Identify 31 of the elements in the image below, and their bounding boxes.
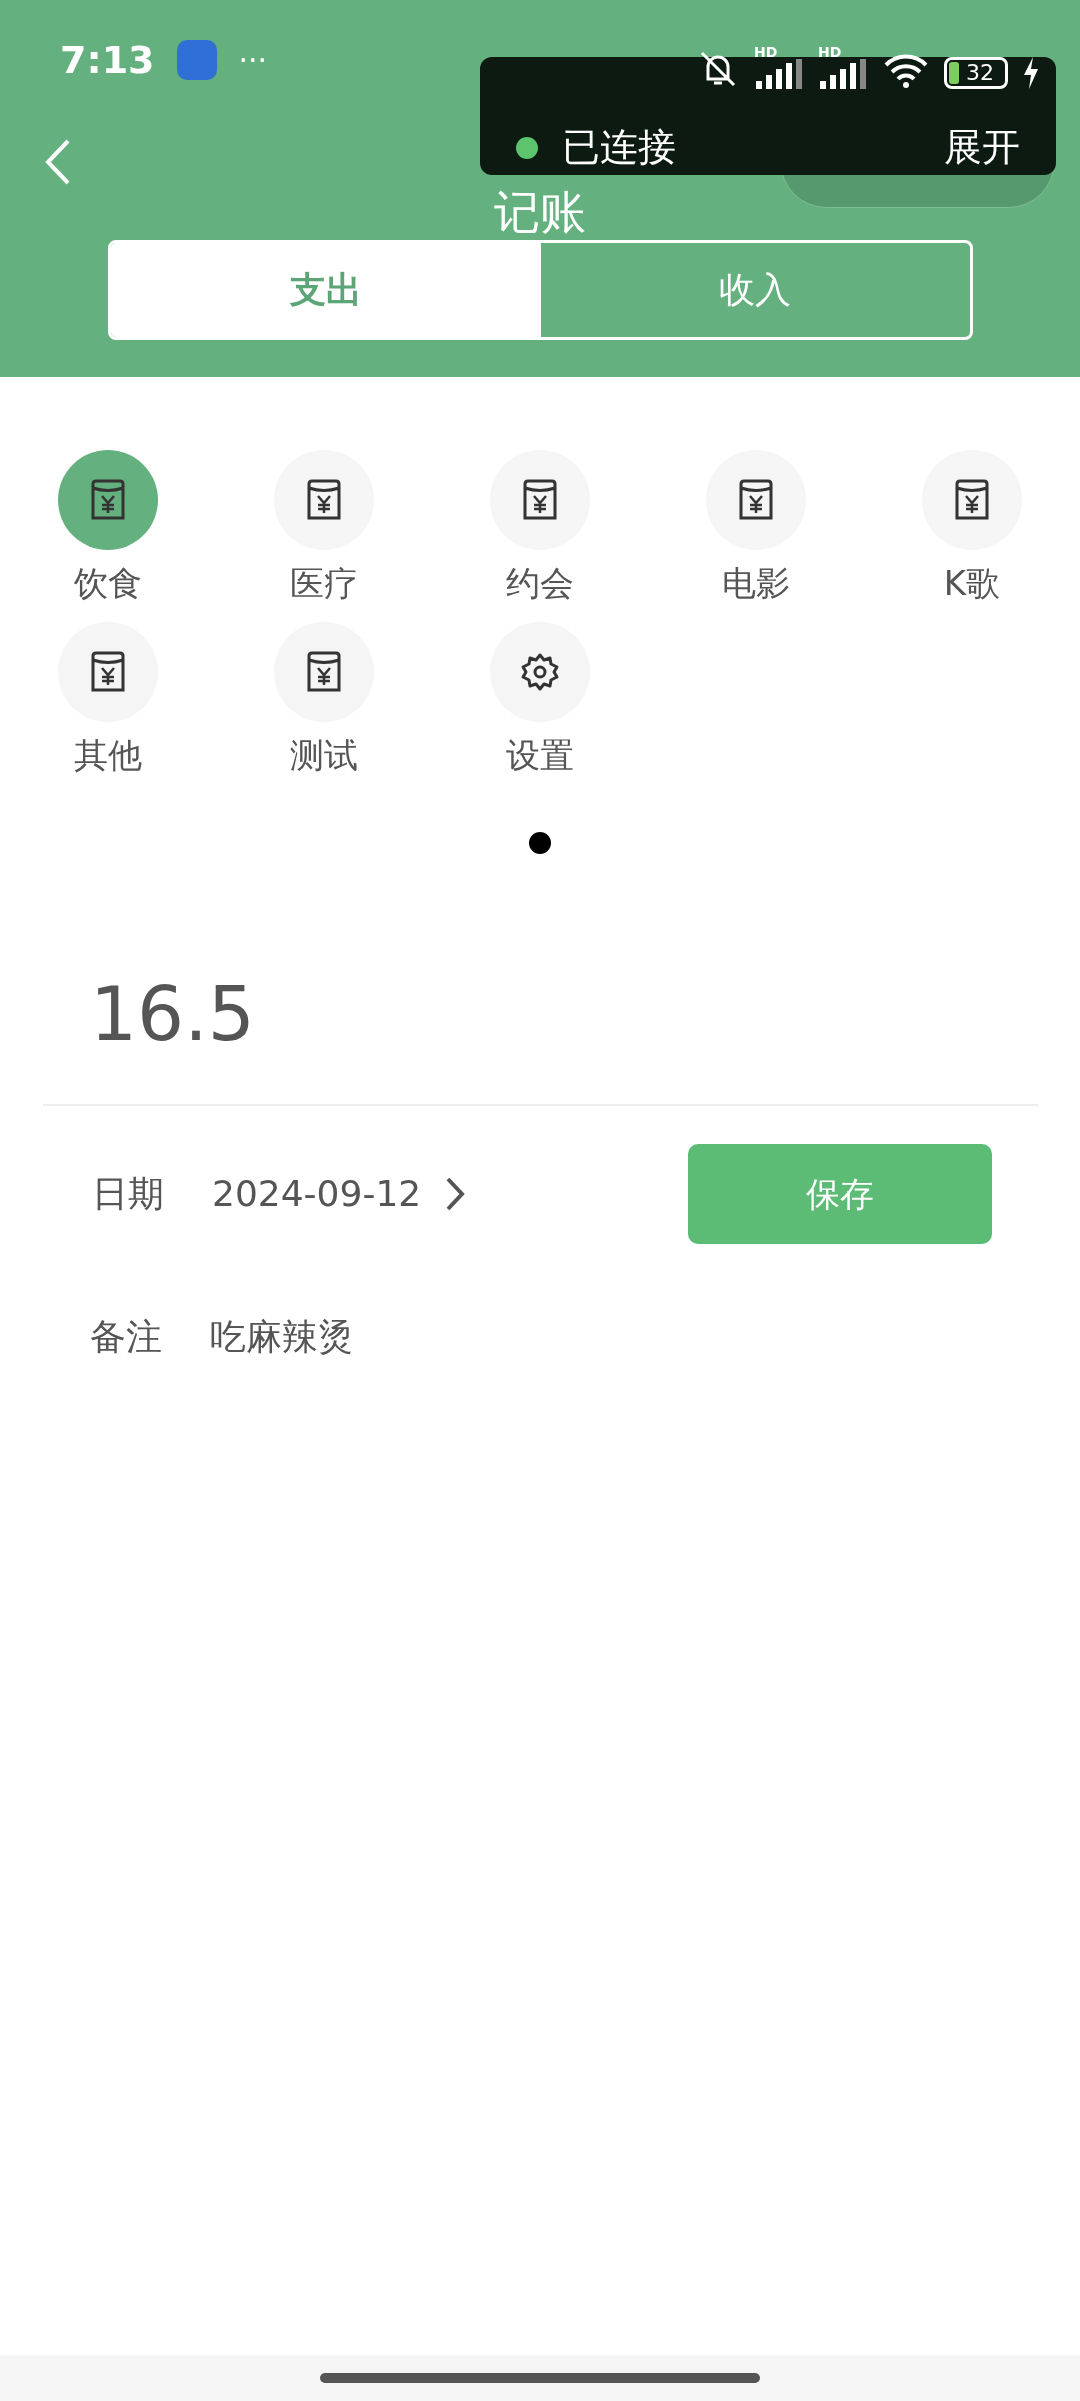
app-icon [176, 40, 217, 80]
category-label: 医疗 [290, 562, 358, 605]
battery-fill [949, 62, 959, 84]
network-label: HD [818, 45, 842, 59]
battery-level: 32 [965, 60, 994, 85]
category-label: 饮食 [74, 562, 142, 605]
category-label: 其他 [74, 734, 142, 777]
home-handle[interactable] [320, 2373, 760, 2383]
note-label: 备注 [90, 1315, 163, 1359]
settings-icon [520, 652, 560, 692]
amount-value: 16.5 [90, 970, 256, 1059]
connection-status: 已连接 [562, 124, 676, 171]
signal-icon [754, 59, 804, 89]
charging-icon [1022, 57, 1040, 89]
category-label: 测试 [290, 734, 358, 777]
category-label: K歌 [943, 562, 1001, 605]
category-label: 约会 [506, 562, 574, 605]
note-value[interactable]: 吃麻辣烫 [210, 1310, 354, 1364]
status-time: 7:13 [60, 36, 155, 84]
wifi-icon [882, 53, 930, 89]
page-title: 记账 [494, 184, 586, 240]
category-label: 设置 [506, 734, 574, 777]
date-label: 日期 [92, 1172, 165, 1216]
signal-icon [818, 59, 868, 89]
network-label: HD [754, 45, 778, 59]
chevron-icon[interactable] [445, 1176, 466, 1212]
date-value[interactable]: 2024-09-12 [212, 1167, 422, 1221]
more-indicator: ··· [238, 41, 268, 80]
status-dot [516, 136, 538, 159]
expand-link[interactable]: 展开 [944, 119, 1020, 176]
category-label: 电影 [722, 562, 790, 605]
